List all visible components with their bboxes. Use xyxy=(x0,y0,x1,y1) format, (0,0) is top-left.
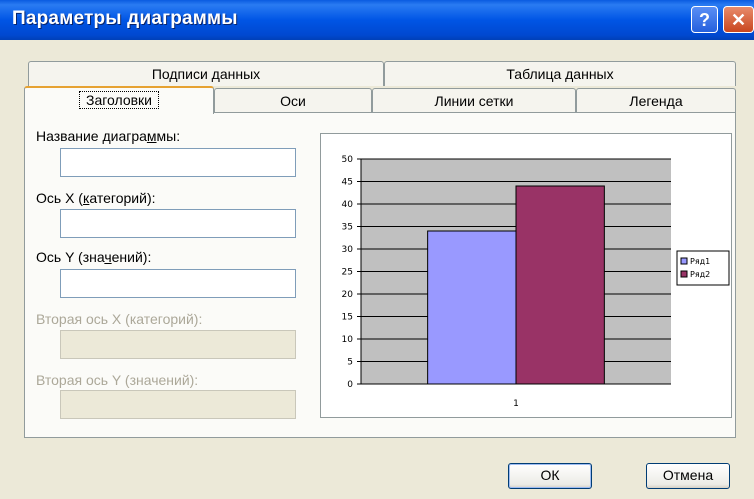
legend-label: Ряд1 xyxy=(690,257,710,266)
tab-label: Оси xyxy=(280,93,306,109)
chart-preview: 0 5 10 15 20 25 30 35 40 45 50 1 Ряд1 Ряд2 xyxy=(320,133,732,418)
tab-titles[interactable]: Заголовки xyxy=(24,86,214,114)
y-tick-label: 0 xyxy=(347,380,353,390)
tab-data-labels[interactable]: Подписи данных xyxy=(28,61,384,86)
tab-label: Таблица данных xyxy=(506,66,614,82)
secondary-y-axis-label: Вторая ось Y (значений): xyxy=(36,372,199,388)
y-axis-label: Ось Y (значений): xyxy=(36,249,152,265)
y-tick-label: 15 xyxy=(342,313,353,323)
cancel-button[interactable]: Отмена xyxy=(646,463,730,489)
bar-Ряд2 xyxy=(515,185,605,385)
tab-label: Линии сетки xyxy=(434,93,514,109)
tab-label: Подписи данных xyxy=(151,66,261,82)
tab-label: Легенда xyxy=(629,93,683,109)
chart-title-input[interactable] xyxy=(60,148,296,177)
tab-data-table[interactable]: Таблица данных xyxy=(384,61,736,86)
x-tick-label: 1 xyxy=(513,399,519,409)
tab-axes[interactable]: Оси xyxy=(214,88,372,113)
y-tick-label: 40 xyxy=(342,200,354,210)
legend-swatch xyxy=(680,270,688,278)
legend-swatch xyxy=(680,257,688,265)
y-axis-input[interactable] xyxy=(60,269,296,298)
secondary-y-axis-input xyxy=(60,390,296,419)
y-tick-label: 10 xyxy=(342,335,354,345)
y-tick-label: 50 xyxy=(342,155,354,165)
y-tick-label: 35 xyxy=(342,223,353,233)
secondary-x-axis-label: Вторая ось X (категорий): xyxy=(36,311,203,327)
y-tick-label: 5 xyxy=(347,358,353,368)
y-tick-label: 25 xyxy=(342,268,353,278)
title-bar[interactable]: Параметры диаграммы ? ✕ xyxy=(0,0,754,40)
ok-button[interactable]: ОК xyxy=(508,463,592,489)
tab-label: Заголовки xyxy=(78,91,159,109)
tab-gridlines[interactable]: Линии сетки xyxy=(372,88,576,113)
chart-title-label: Название диаграммы: xyxy=(36,128,181,144)
y-tick-label: 20 xyxy=(342,290,354,300)
bar-Ряд1 xyxy=(427,230,517,385)
help-icon[interactable]: ? xyxy=(691,6,718,33)
secondary-x-axis-input xyxy=(60,330,296,359)
window-title: Параметры диаграммы xyxy=(12,8,238,29)
y-tick-label: 30 xyxy=(342,245,354,255)
chart-preview-svg: 0 5 10 15 20 25 30 35 40 45 50 1 Ряд1 Ряд2 xyxy=(342,155,730,409)
close-icon[interactable]: ✕ xyxy=(723,6,754,33)
chart-options-dialog: Параметры диаграммы ? ✕ Подписи данных Т… xyxy=(0,0,754,499)
x-axis-label: Ось X (категорий): xyxy=(36,190,156,206)
x-axis-input[interactable] xyxy=(60,209,296,238)
y-tick-label: 45 xyxy=(342,178,353,188)
tab-legend[interactable]: Легенда xyxy=(576,88,736,113)
legend-label: Ряд2 xyxy=(690,270,710,279)
